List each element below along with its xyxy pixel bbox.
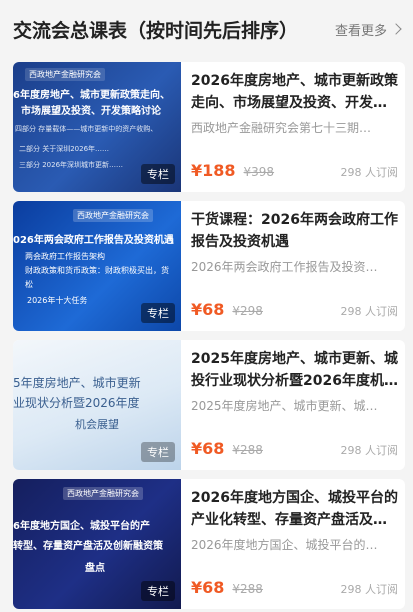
course-price: ¥68 bbox=[191, 578, 225, 597]
course-info: 2026年度房地产、城市更新政策走向、市场展望及投资、开发策略讨论 西政地产金融… bbox=[191, 70, 398, 188]
course-description: 2026年度地方国企、城投平台的… bbox=[191, 538, 378, 552]
original-price: ¥398 bbox=[243, 165, 275, 179]
thumbnail-text: 盘点 bbox=[85, 563, 105, 574]
course-thumbnail: 5年度房地产、城市更新 业现状分析暨2026年度 机会展望 专栏 bbox=[13, 340, 181, 470]
course-list-page: 交流会总课表（按时间先后排序） 查看更多 西政地产金融研究会 6年度房地产、城市… bbox=[0, 0, 413, 612]
column-tag: 专栏 bbox=[141, 442, 175, 462]
view-more-link[interactable]: 查看更多 bbox=[334, 20, 402, 39]
chevron-right-icon bbox=[390, 23, 402, 35]
subscriber-count: 298 人订阅 bbox=[340, 305, 399, 318]
course-meta: ¥188 ¥398 298 人订阅 bbox=[191, 161, 398, 180]
column-tag: 专栏 bbox=[141, 581, 175, 601]
thumbnail-text: 松 bbox=[25, 280, 33, 289]
course-thumbnail: 西政地产金融研究会 6年度地方国企、城投平台的产 转型、存量资产盘活及创新融资策… bbox=[13, 479, 181, 609]
course-card[interactable]: 5年度房地产、城市更新 业现状分析暨2026年度 机会展望 专栏 2025年度房… bbox=[13, 340, 405, 470]
thumbnail-text: 5年度房地产、城市更新 bbox=[13, 376, 141, 390]
thumbnail-text: 市场展望及投资、开发策略讨论 bbox=[21, 106, 161, 117]
course-card[interactable]: 西政地产金融研究会 6年度地方国企、城投平台的产 转型、存量资产盘活及创新融资策… bbox=[13, 479, 405, 609]
course-title[interactable]: 2025年度房地产、城市更新、城投行业现状分析暨2026年度机会展望 bbox=[191, 348, 398, 392]
thumbnail-text: 财政政策和货币政策：财政积极买出，货 bbox=[25, 266, 169, 275]
course-title[interactable]: 干货课程：2026年两会政府工作报告及投资机遇 bbox=[191, 209, 398, 253]
thumbnail-text: 二部分 关于深圳2026年…… bbox=[19, 145, 110, 153]
thumbnail-text: 转型、存量资产盘活及创新融资策 bbox=[13, 541, 163, 552]
course-title[interactable]: 2026年度地方国企、城投平台的产业化转型、存量资产盘活及创新融资策略盘点 bbox=[191, 487, 398, 531]
course-meta: ¥68 ¥288 298 人订阅 bbox=[191, 439, 398, 458]
course-meta: ¥68 ¥288 298 人订阅 bbox=[191, 578, 398, 597]
subscriber-count: 298 人订阅 bbox=[340, 444, 399, 457]
thumbnail-org: 西政地产金融研究会 bbox=[73, 209, 153, 222]
course-description: 西政地产金融研究会第七十三期… bbox=[191, 121, 372, 135]
course-price: ¥68 bbox=[191, 300, 225, 319]
subscriber-count: 298 人订阅 bbox=[340, 166, 399, 179]
original-price: ¥298 bbox=[232, 304, 263, 318]
course-meta: ¥68 ¥298 298 人订阅 bbox=[191, 300, 398, 319]
thumbnail-text: 6年度地方国企、城投平台的产 bbox=[13, 521, 150, 532]
original-price: ¥288 bbox=[232, 582, 263, 596]
thumbnail-org: 西政地产金融研究会 bbox=[63, 487, 143, 500]
column-tag: 专栏 bbox=[141, 303, 175, 323]
course-thumbnail: 西政地产金融研究会 6年度房地产、城市更新政策走向、 市场展望及投资、开发策略讨… bbox=[13, 62, 181, 192]
course-description: 2026年两会政府工作报告及投资… bbox=[191, 260, 378, 274]
thumbnail-text: 6年度房地产、城市更新政策走向、 bbox=[13, 90, 170, 101]
course-card[interactable]: 西政地产金融研究会 026年两会政府工作报告及投资机遇 两会政府工作报告架构 财… bbox=[13, 201, 405, 331]
thumbnail-text: 两会政府工作报告架构 bbox=[25, 252, 105, 261]
column-tag: 专栏 bbox=[141, 164, 175, 184]
course-price: ¥188 bbox=[191, 161, 236, 180]
thumbnail-text: 机会展望 bbox=[75, 418, 119, 431]
course-thumbnail: 西政地产金融研究会 026年两会政府工作报告及投资机遇 两会政府工作报告架构 财… bbox=[13, 201, 181, 331]
thumbnail-text: 四部分 存量载体——城市更新中的资产收购、 bbox=[15, 125, 158, 133]
thumbnail-text: 026年两会政府工作报告及投资机遇 bbox=[13, 235, 174, 246]
course-title[interactable]: 2026年度房地产、城市更新政策走向、市场展望及投资、开发策略讨论 bbox=[191, 70, 398, 114]
course-description: 2025年度房地产、城市更新、城… bbox=[191, 399, 378, 413]
course-price: ¥68 bbox=[191, 439, 225, 458]
course-info: 干货课程：2026年两会政府工作报告及投资机遇 2026年两会政府工作报告及投资… bbox=[191, 209, 398, 327]
course-info: 2026年度地方国企、城投平台的产业化转型、存量资产盘活及创新融资策略盘点 20… bbox=[191, 487, 398, 605]
thumbnail-org: 西政地产金融研究会 bbox=[25, 68, 105, 81]
course-info: 2025年度房地产、城市更新、城投行业现状分析暨2026年度机会展望 2025年… bbox=[191, 348, 398, 466]
section-header: 交流会总课表（按时间先后排序） 查看更多 bbox=[0, 0, 413, 58]
thumbnail-text: 业现状分析暨2026年度 bbox=[13, 396, 140, 410]
section-title: 交流会总课表（按时间先后排序） bbox=[13, 19, 299, 42]
view-more-label: 查看更多 bbox=[334, 23, 387, 39]
subscriber-count: 298 人订阅 bbox=[340, 583, 399, 596]
course-card[interactable]: 西政地产金融研究会 6年度房地产、城市更新政策走向、 市场展望及投资、开发策略讨… bbox=[13, 62, 405, 192]
original-price: ¥288 bbox=[232, 443, 263, 457]
